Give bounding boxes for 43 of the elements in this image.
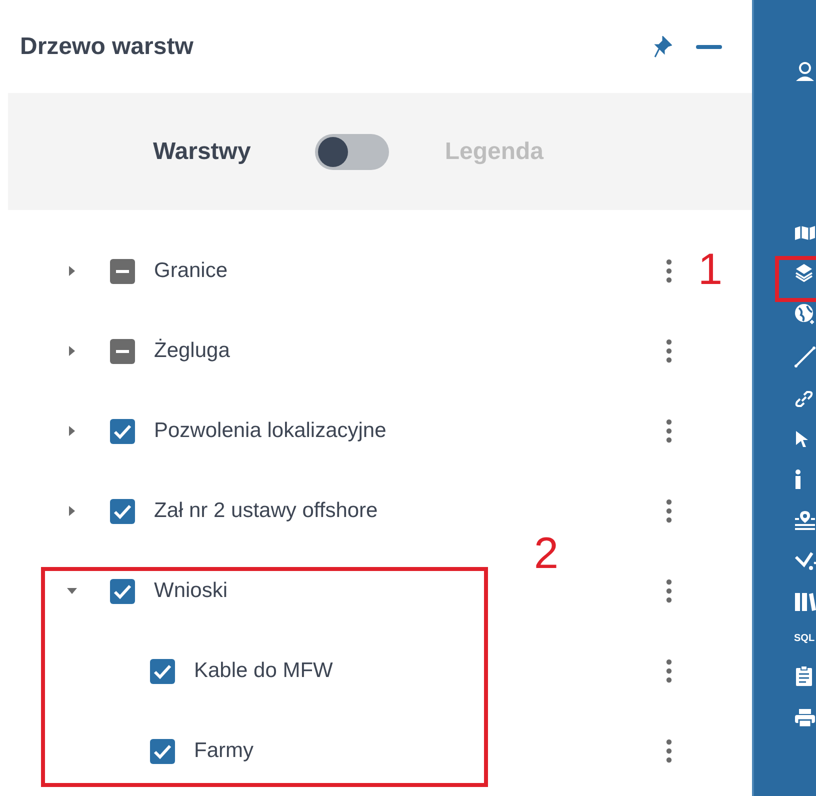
binders-icon[interactable] bbox=[794, 592, 816, 612]
more-options-icon[interactable] bbox=[666, 339, 672, 363]
map-pin-icon[interactable] bbox=[794, 510, 816, 530]
more-options-icon[interactable] bbox=[666, 739, 672, 763]
layer-label[interactable]: Pozwolenia lokalizacyjne bbox=[154, 419, 666, 443]
more-options-icon[interactable] bbox=[666, 419, 672, 443]
layer-label[interactable]: Farmy bbox=[194, 739, 666, 763]
printer-icon[interactable] bbox=[794, 708, 816, 728]
link-icon[interactable] bbox=[794, 389, 814, 409]
minimize-icon[interactable] bbox=[696, 44, 722, 48]
pin-icon[interactable] bbox=[654, 36, 672, 58]
more-options-icon[interactable] bbox=[666, 579, 672, 603]
ruler-line-icon[interactable] bbox=[794, 346, 816, 368]
clipboard-icon[interactable] bbox=[794, 665, 814, 687]
checkbox[interactable] bbox=[110, 338, 135, 364]
more-options-icon[interactable] bbox=[666, 659, 672, 683]
annotation-number: 1 bbox=[698, 248, 722, 292]
globe-icon[interactable] bbox=[794, 303, 816, 325]
checkbox[interactable] bbox=[150, 738, 175, 764]
checkbox[interactable] bbox=[110, 258, 135, 284]
layer-label[interactable]: Zał nr 2 ustawy offshore bbox=[154, 499, 666, 523]
checkbox[interactable] bbox=[110, 418, 135, 444]
checkbox[interactable] bbox=[150, 658, 175, 684]
annotation-box bbox=[775, 256, 816, 302]
checkbox[interactable] bbox=[110, 578, 135, 604]
map-icon[interactable] bbox=[794, 225, 816, 241]
switch-label: Warstwy bbox=[153, 138, 251, 166]
info-icon[interactable] bbox=[794, 469, 802, 489]
checkbox[interactable] bbox=[110, 498, 135, 524]
layer-label[interactable]: Kable do MFW bbox=[194, 659, 666, 683]
vertex-icon[interactable] bbox=[794, 551, 816, 571]
layer-label[interactable]: Granice bbox=[154, 259, 666, 283]
layers-icon[interactable] bbox=[794, 262, 814, 282]
cursor-icon[interactable] bbox=[794, 430, 810, 448]
user-icon[interactable] bbox=[794, 61, 816, 83]
more-options-icon[interactable] bbox=[666, 499, 672, 523]
layer-label[interactable]: Żegluga bbox=[154, 339, 666, 363]
view-toggle[interactable] bbox=[314, 134, 389, 170]
sql-tool[interactable]: SQL bbox=[794, 633, 815, 644]
panel-title: Drzewo warstw bbox=[20, 32, 194, 60]
annotation-number: 2 bbox=[534, 532, 558, 576]
more-options-icon[interactable] bbox=[666, 259, 672, 283]
layer-label[interactable]: Wnioski bbox=[154, 579, 666, 603]
